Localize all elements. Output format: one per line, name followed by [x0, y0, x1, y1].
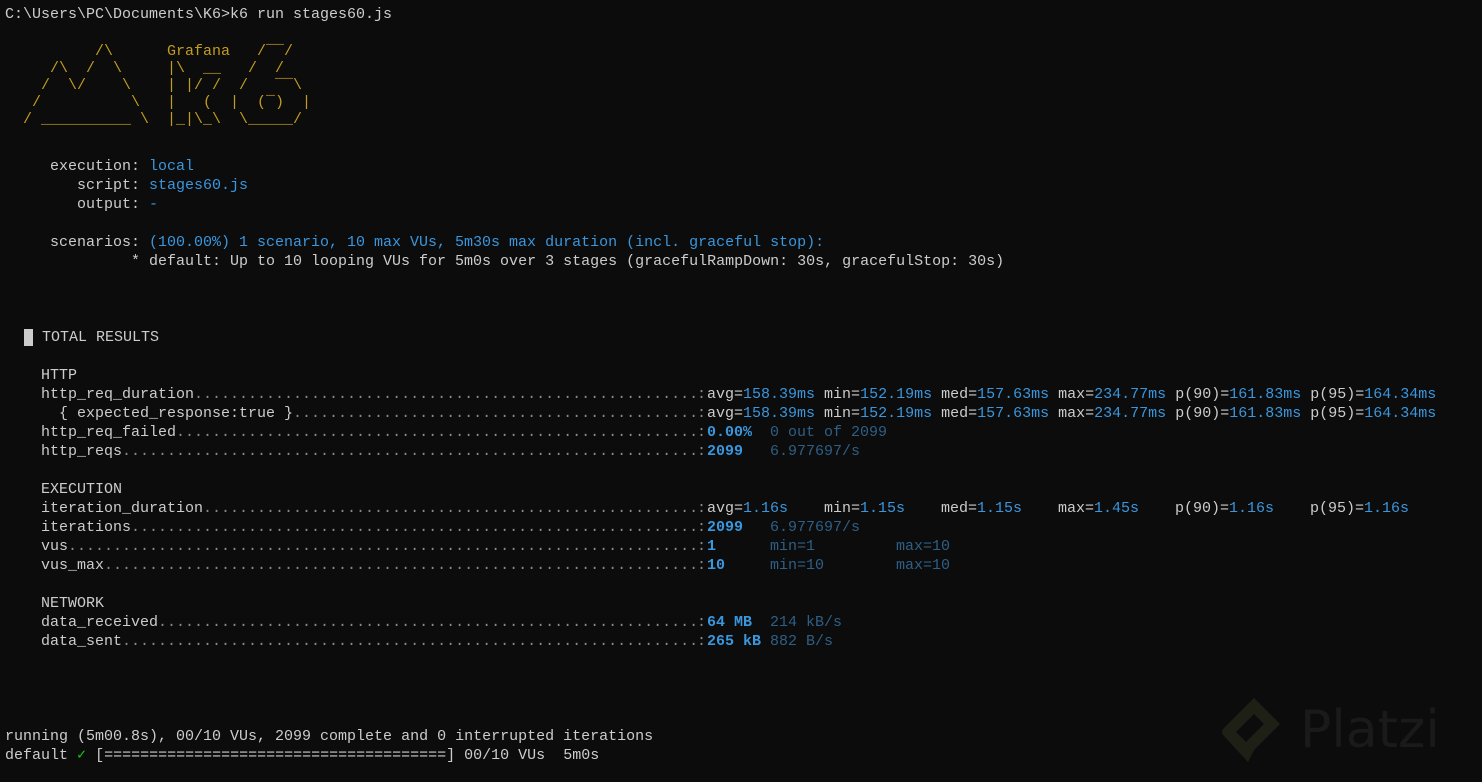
- min-value: min=1.15s: [824, 500, 906, 517]
- network-section-title: NETWORK: [41, 595, 105, 612]
- command-line: C:\Users\PC\Documents\K6>k6 run stages60…: [5, 6, 393, 23]
- metric-value: 2099: [707, 519, 744, 536]
- progress-line: default ✓ [=============================…: [5, 746, 599, 765]
- logo-line: / \/ \ | |/ / / ‾‾\: [5, 77, 303, 94]
- dot-leader: ........................................…: [176, 424, 697, 441]
- default-scenario-line: * default: Up to 10 looping VUs for 5m0s…: [131, 253, 1005, 270]
- colon: :: [697, 424, 707, 441]
- logo-line: / __________ \ |_|\_\ \_____/: [5, 111, 303, 128]
- med-value: med=1.15s: [941, 500, 1023, 517]
- total-results-title: TOTAL RESULTS: [42, 329, 160, 346]
- colon: :: [697, 538, 707, 555]
- script-value: stages60.js: [149, 177, 249, 194]
- scenarios-value: (100.00%) 1 scenario, 10 max VUs, 5m30s …: [149, 234, 825, 251]
- colon: :: [697, 557, 707, 574]
- execution-label: execution:: [50, 158, 141, 175]
- metric-extra: 0 out of 2099: [770, 424, 888, 441]
- metric-value: 64 MB: [707, 614, 753, 631]
- progress-vus: 00/10 VUs: [464, 747, 546, 764]
- metric-max: max=10: [896, 538, 951, 555]
- metric-name: iterations: [41, 519, 132, 536]
- metric-max: max=10: [896, 557, 951, 574]
- dot-leader: ........................................…: [122, 633, 697, 650]
- p90-value: p(90)=1.16s: [1175, 500, 1275, 517]
- watermark-text: Platzi: [1300, 700, 1440, 760]
- dot-leader: ........................................…: [122, 443, 697, 460]
- output-label: output:: [77, 196, 141, 213]
- metric-value: 0.00%: [707, 424, 753, 441]
- metric-name: iteration_duration: [41, 500, 204, 517]
- metric-value: 1: [707, 538, 717, 555]
- progress-bar: [======================================]: [95, 747, 456, 764]
- dot-leader: ........................................…: [104, 557, 697, 574]
- metric-extra: 6.977697/s: [770, 443, 861, 460]
- platzi-logo-icon: [1222, 698, 1280, 762]
- colon: :: [697, 500, 707, 517]
- check-icon: ✓: [77, 747, 87, 764]
- colon: :: [697, 443, 707, 460]
- running-status: running (5m00.8s), 00/10 VUs, 2099 compl…: [5, 728, 654, 745]
- logo-line: /\ / \ |\ __ / /: [5, 60, 285, 77]
- execution-section-title: EXECUTION: [41, 481, 123, 498]
- p95-value: p(95)=1.16s: [1310, 500, 1410, 517]
- colon: :: [697, 386, 707, 403]
- execution-value: local: [149, 158, 195, 175]
- metric-extra: 214 kB/s: [770, 614, 843, 631]
- metric-name: http_reqs: [41, 443, 123, 460]
- metric-values: avg=158.39ms min=152.19ms med=157.63ms m…: [707, 386, 1437, 403]
- metric-name: data_sent: [41, 633, 123, 650]
- logo-line: / \ | ( | (‾) |: [5, 94, 312, 111]
- dot-leader: ........................................…: [194, 386, 697, 403]
- dot-leader: ........................................…: [68, 538, 697, 555]
- progress-duration: 5m0s: [563, 747, 600, 764]
- metric-value: 2099: [707, 443, 744, 460]
- metric-value: 10: [707, 557, 726, 574]
- dot-leader: ........................................…: [131, 519, 697, 536]
- colon: :: [697, 405, 707, 422]
- metric-value: 265 kB: [707, 633, 762, 650]
- colon: :: [697, 633, 707, 650]
- metric-extra: 6.977697/s: [770, 519, 861, 536]
- colon: :: [697, 519, 707, 536]
- avg-value: avg=1.16s: [707, 500, 789, 517]
- metric-name: { expected_response:true }: [59, 405, 294, 422]
- block-icon: [24, 328, 33, 346]
- metric-name: http_req_failed: [41, 424, 177, 441]
- max-value: max=1.45s: [1058, 500, 1140, 517]
- scenarios-label: scenarios:: [50, 234, 141, 251]
- metric-min: min=10: [770, 557, 825, 574]
- platzi-watermark: Platzi: [1218, 690, 1440, 770]
- dot-leader: ........................................…: [293, 405, 697, 422]
- dot-leader: ........................................…: [203, 500, 697, 517]
- http-section-title: HTTP: [41, 367, 78, 384]
- metric-extra: 882 B/s: [770, 633, 834, 650]
- dot-leader: ........................................…: [158, 614, 697, 631]
- colon: :: [697, 614, 707, 631]
- total-results-heading: TOTAL RESULTS: [24, 328, 159, 347]
- output-value: -: [149, 196, 159, 213]
- metric-name: vus: [41, 538, 69, 555]
- metric-name: data_received: [41, 614, 159, 631]
- k6-grafana-logo: /\ Grafana /‾‾/ /\ / \ |\ __ / / / \/ \ …: [5, 43, 311, 128]
- metric-name: http_req_duration: [41, 386, 195, 403]
- scenario-name: default: [5, 747, 69, 764]
- metric-name: vus_max: [41, 557, 105, 574]
- metric-min: min=1: [770, 538, 816, 555]
- script-label: script:: [77, 177, 141, 194]
- metric-values: avg=158.39ms min=152.19ms med=157.63ms m…: [707, 405, 1437, 422]
- logo-line: /\ Grafana /‾‾/: [5, 43, 294, 60]
